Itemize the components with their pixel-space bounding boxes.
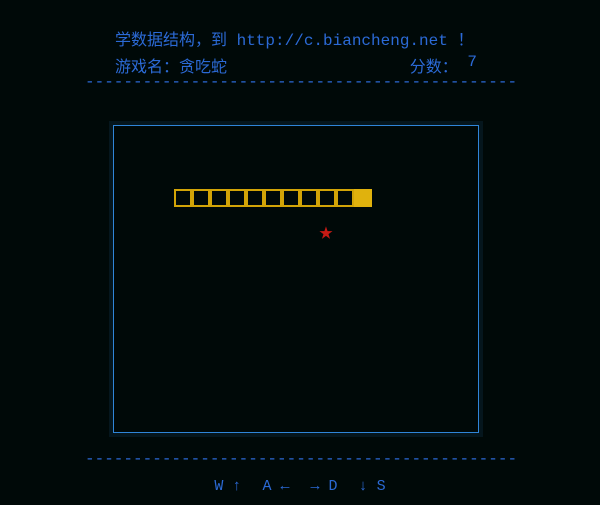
arrow-up-icon: ↑ <box>232 478 241 495</box>
divider-top: ----------------------------------------… <box>85 73 515 91</box>
key-up-label: W <box>214 478 223 495</box>
arrow-right-icon: → <box>311 478 320 495</box>
arrow-down-icon: ↓ <box>359 478 368 495</box>
snake-body-segment <box>192 189 210 207</box>
arrow-left-icon: ← <box>280 478 289 495</box>
snake-body-segment <box>264 189 282 207</box>
snake-body-segment <box>336 189 354 207</box>
snake-body-segment <box>174 189 192 207</box>
snake-body-segment <box>246 189 264 207</box>
snake-body-segment <box>300 189 318 207</box>
promo-banner: 学数据结构，到 http://c.biancheng.net ！ <box>115 26 473 50</box>
controls-hint: W ↑ A ← → D ↓ S <box>0 478 600 495</box>
snake-body-segment <box>210 189 228 207</box>
food-star-icon: ★ <box>317 222 335 246</box>
snake-body-segment <box>318 189 336 207</box>
key-left-label: A <box>262 478 271 495</box>
key-right-label: D <box>329 478 338 495</box>
game-arena[interactable]: ★ <box>113 125 479 433</box>
key-down-label: S <box>377 478 386 495</box>
snake-head <box>354 189 372 207</box>
snake-body-segment <box>228 189 246 207</box>
snake-body-segment <box>282 189 300 207</box>
divider-bottom: ----------------------------------------… <box>85 450 515 468</box>
